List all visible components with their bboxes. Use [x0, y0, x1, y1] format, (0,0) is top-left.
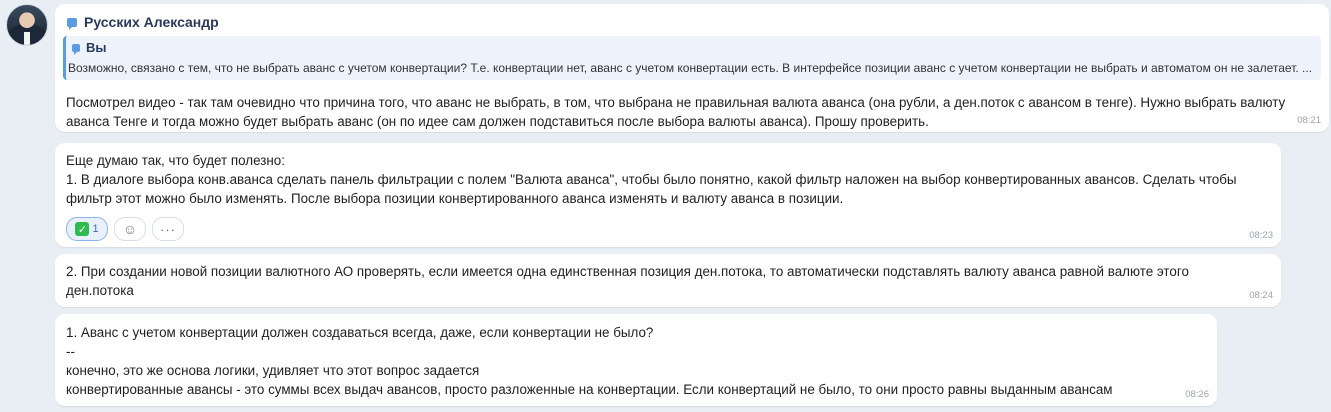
- message-bubble: 1. Аванс с учетом конвертации должен соз…: [55, 314, 1217, 406]
- message-bubble: 2. При создании новой позиции валютного …: [55, 254, 1281, 307]
- message-text: Еще думаю так, что будет полезно: 1. В д…: [66, 153, 1237, 206]
- sender-name-label: Русских Александр: [84, 14, 219, 30]
- more-icon: ···: [160, 221, 176, 237]
- message-time: 08:24: [1249, 290, 1273, 301]
- message-text: 1. Аванс с учетом конвертации должен соз…: [66, 325, 1113, 397]
- reaction-count: 1: [92, 223, 99, 235]
- check-icon: ✓: [75, 222, 90, 236]
- message-text: Посмотрел видео - так там очевидно что п…: [66, 95, 1289, 129]
- sender-name[interactable]: Русских Александр: [67, 14, 219, 30]
- reply-quote[interactable]: Вы Возможно, связано с тем, что не выбра…: [63, 36, 1321, 80]
- quote-author: Вы: [72, 40, 107, 55]
- message-text: 2. При создании новой позиции валютного …: [66, 264, 1193, 298]
- quote-text: Возможно, связано с тем, что не выбрать …: [68, 61, 1313, 75]
- message-time: 08:23: [1249, 230, 1273, 241]
- message-time: 08:26: [1185, 389, 1209, 400]
- chat-icon: [72, 43, 80, 55]
- quote-author-label: Вы: [86, 40, 107, 55]
- add-reaction-button[interactable]: ☺: [114, 217, 146, 241]
- avatar[interactable]: [6, 4, 48, 46]
- smiley-icon: ☺: [122, 221, 138, 237]
- message-bubble: Русских Александр Вы Возможно, связано с…: [55, 4, 1329, 132]
- reaction-check[interactable]: ✓ 1: [66, 217, 108, 241]
- reactions-bar: ✓ 1 ☺ ···: [66, 217, 184, 241]
- more-button[interactable]: ···: [152, 217, 184, 241]
- message-bubble: Еще думаю так, что будет полезно: 1. В д…: [55, 143, 1281, 247]
- message-time: 08:21: [1297, 115, 1321, 126]
- chat-icon: [67, 17, 77, 30]
